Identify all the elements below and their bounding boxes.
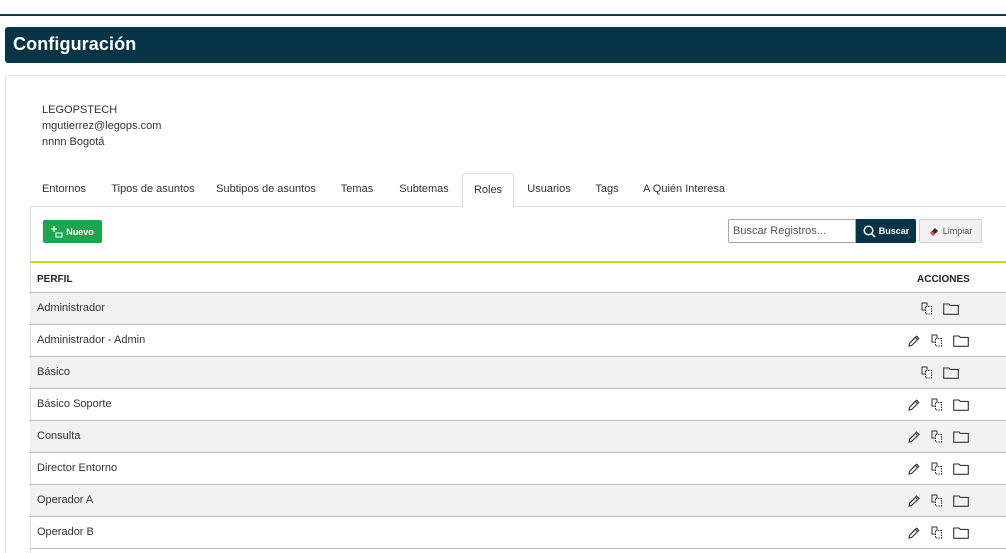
edit-icon[interactable]: [907, 526, 921, 540]
table-row: Consulta: [30, 421, 1006, 453]
table-row: Operador A: [30, 485, 1006, 517]
eraser-icon: [929, 227, 938, 236]
tab-tags[interactable]: Tags: [591, 173, 623, 206]
perfil-cell: Administrador - Admin: [37, 334, 146, 346]
column-header-perfil: PERFIL: [37, 274, 73, 285]
row-actions: [907, 453, 969, 484]
table-row: Básico: [30, 357, 1006, 389]
table-row: Operador B: [30, 517, 1006, 549]
copy-icon[interactable]: [931, 494, 943, 507]
folder-icon[interactable]: [943, 302, 959, 315]
perfil-cell: Director Entorno: [37, 462, 118, 474]
row-actions: [921, 293, 959, 324]
clear-button-label: Limpiar: [942, 226, 973, 236]
add-icon: [51, 225, 63, 237]
copy-icon[interactable]: [931, 526, 943, 539]
table-row: Básico Soporte: [30, 389, 1006, 421]
tab-tipos-de-asuntos[interactable]: Tipos de asuntos: [106, 173, 200, 206]
copy-icon[interactable]: [931, 462, 943, 475]
page-title: Configuración: [13, 34, 137, 54]
search-button[interactable]: Buscar: [856, 219, 916, 243]
roles-table: PERFIL ACCIONES Administrador Administrad…: [30, 261, 1006, 549]
edit-icon[interactable]: [907, 430, 921, 444]
perfil-cell: Operador B: [37, 526, 94, 538]
row-actions: [921, 357, 959, 388]
tab-subtemas[interactable]: Subtemas: [394, 173, 454, 206]
copy-icon[interactable]: [921, 366, 933, 379]
table-row: Administrador: [30, 293, 1006, 325]
organization-info: LEGOPSTECH mgutierrez@legops.com nnnn Bo…: [42, 102, 161, 150]
search-button-label: Buscar: [878, 226, 910, 236]
org-email: mgutierrez@legops.com: [42, 120, 162, 132]
copy-icon[interactable]: [931, 398, 943, 411]
tab-a-quien-interesa[interactable]: A Quién Interesa: [640, 173, 728, 206]
column-header-acciones: ACCIONES: [917, 274, 970, 285]
table-row: Administrador - Admin: [30, 325, 1006, 357]
tab-entornos[interactable]: Entornos: [30, 173, 98, 206]
row-actions: [907, 325, 969, 356]
edit-icon[interactable]: [907, 398, 921, 412]
tab-subtipos-de-asuntos[interactable]: Subtipos de asuntos: [213, 173, 319, 206]
copy-icon[interactable]: [921, 302, 933, 315]
perfil-cell: Básico Soporte: [37, 398, 112, 410]
perfil-cell: Consulta: [37, 430, 81, 442]
new-button-label: Nuevo: [66, 226, 94, 237]
folder-icon[interactable]: [953, 398, 969, 411]
tab-bar: Entornos Tipos de asuntos Subtipos de as…: [30, 173, 1006, 208]
folder-icon[interactable]: [953, 526, 969, 539]
org-location: nnnn Bogotá: [42, 136, 105, 148]
edit-icon[interactable]: [907, 334, 921, 348]
perfil-cell: Operador A: [37, 494, 94, 506]
copy-icon[interactable]: [931, 334, 943, 347]
folder-icon[interactable]: [953, 462, 969, 475]
row-actions: [907, 421, 969, 452]
copy-icon[interactable]: [931, 430, 943, 443]
folder-icon[interactable]: [953, 430, 969, 443]
folder-icon[interactable]: [953, 494, 969, 507]
search-input[interactable]: [728, 219, 856, 243]
folder-icon[interactable]: [953, 334, 969, 347]
org-name: LEGOPSTECH: [42, 104, 118, 116]
page-header: Configuración: [5, 27, 1006, 63]
row-actions: [907, 485, 969, 516]
tab-usuarios[interactable]: Usuarios: [521, 173, 577, 206]
tab-temas[interactable]: Temas: [335, 173, 379, 206]
table-row: Director Entorno: [30, 453, 1006, 485]
tab-roles[interactable]: Roles: [462, 173, 514, 208]
new-button[interactable]: Nuevo: [43, 220, 102, 243]
perfil-cell: Básico: [37, 366, 71, 378]
edit-icon[interactable]: [907, 462, 921, 476]
perfil-cell: Administrador: [37, 302, 105, 314]
row-actions: [907, 389, 969, 420]
row-actions: [907, 517, 969, 548]
table-header: PERFIL ACCIONES: [30, 261, 1006, 293]
search-icon: [863, 224, 876, 238]
folder-icon[interactable]: [943, 366, 959, 379]
clear-button[interactable]: Limpiar: [919, 219, 982, 243]
top-divider: [0, 14, 1006, 16]
edit-icon[interactable]: [907, 494, 921, 508]
